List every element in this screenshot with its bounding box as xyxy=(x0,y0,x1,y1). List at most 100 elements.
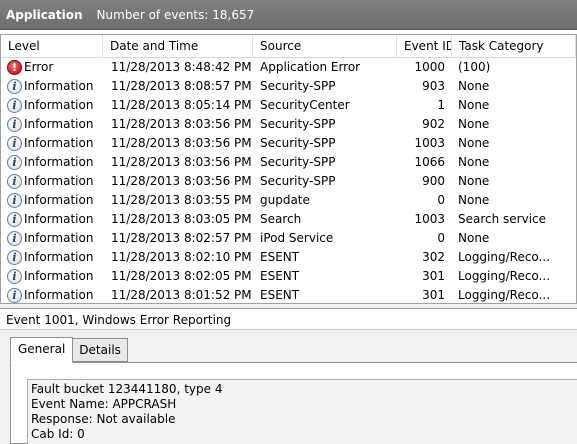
table-row[interactable]: i Information 11/28/2013 8:02:05 PM ESENT 30… xyxy=(1,267,576,286)
log-name: Application xyxy=(6,7,83,22)
general-tab-panel: Fault bucket 123441180, type 4 Event Nam… xyxy=(10,362,577,444)
date-cell: 11/28/2013 8:02:57 PM xyxy=(111,231,252,245)
table-row[interactable]: i Information 11/28/2013 8:03:56 PM Securit… xyxy=(1,172,576,191)
description-line: Fault bucket 123441180, type 4 xyxy=(31,382,223,396)
table-row[interactable]: i Information 11/28/2013 8:03:55 PM gupdate… xyxy=(1,191,576,210)
event-detail-title: Event 1001, Windows Error Reporting xyxy=(0,308,577,330)
column-header-level[interactable]: Level xyxy=(1,35,103,58)
log-titlebar: Application Number of events: 18,657 xyxy=(0,0,577,30)
event-id-cell: 1 xyxy=(437,98,445,112)
task-category-cell: (100) xyxy=(458,60,491,74)
task-category-cell: None xyxy=(458,136,490,150)
task-category-cell: Logging/Reco... xyxy=(458,288,551,302)
table-row[interactable]: i Information 11/28/2013 8:02:10 PM ESENT 30… xyxy=(1,248,576,267)
date-cell: 11/28/2013 8:05:14 PM xyxy=(111,98,252,112)
table-row[interactable]: i Information 11/28/2013 8:08:57 PM Securit… xyxy=(1,77,576,96)
source-cell: iPod Service xyxy=(260,231,334,245)
table-row[interactable]: ! Error 11/28/2013 8:48:42 PM Application E… xyxy=(1,58,576,77)
info-icon: i xyxy=(7,117,22,132)
table-row[interactable]: i Information 11/28/2013 8:01:52 PM ESENT 30… xyxy=(1,286,576,303)
source-cell: Security-SPP xyxy=(260,117,336,131)
level-text: Information xyxy=(24,288,94,302)
date-cell: 11/28/2013 8:02:05 PM xyxy=(111,269,252,283)
info-icon: i xyxy=(7,250,22,265)
event-id-cell: 902 xyxy=(422,117,445,131)
table-row[interactable]: i Information 11/28/2013 8:05:14 PM Securit… xyxy=(1,96,576,115)
date-cell: 11/28/2013 8:03:55 PM xyxy=(111,193,252,207)
table-row[interactable]: i Information 11/28/2013 8:02:57 PM iPod Se… xyxy=(1,229,576,248)
description-line: Event Name: APPCRASH xyxy=(31,397,177,411)
date-cell: 11/28/2013 8:03:05 PM xyxy=(111,212,252,226)
table-row[interactable]: i Information 11/28/2013 8:03:05 PM Search 1… xyxy=(1,210,576,229)
table-row[interactable]: i Information 11/28/2013 8:03:56 PM Securit… xyxy=(1,115,576,134)
column-header-event-id[interactable]: Event ID xyxy=(397,35,452,58)
source-cell: Security-SPP xyxy=(260,155,336,169)
level-text: Information xyxy=(24,193,94,207)
task-category-cell: None xyxy=(458,231,490,245)
info-icon: i xyxy=(7,136,22,151)
level-text: Information xyxy=(24,117,94,131)
event-count: Number of events: 18,657 xyxy=(96,7,255,22)
event-id-cell: 1000 xyxy=(414,60,445,74)
table-row[interactable]: i Information 11/28/2013 8:03:56 PM Securit… xyxy=(1,153,576,172)
column-header-date[interactable]: Date and Time xyxy=(103,35,253,58)
event-rows: ! Error 11/28/2013 8:48:42 PM Application E… xyxy=(1,58,576,303)
date-cell: 11/28/2013 8:01:52 PM xyxy=(111,288,252,302)
task-category-cell: None xyxy=(458,117,490,131)
level-cell: i Information xyxy=(1,229,103,248)
info-icon: i xyxy=(7,174,22,189)
level-cell: i Information xyxy=(1,77,103,96)
level-cell: i Information xyxy=(1,172,103,191)
event-list-header: Level Date and Time Source Event ID Task… xyxy=(1,35,576,58)
source-cell: Search xyxy=(260,212,302,226)
level-text: Information xyxy=(24,155,94,169)
level-cell: i Information xyxy=(1,191,103,210)
info-icon: i xyxy=(7,212,22,227)
event-id-cell: 1066 xyxy=(414,155,445,169)
task-category-cell: None xyxy=(458,174,490,188)
source-cell: ESENT xyxy=(260,269,300,283)
task-category-cell: Logging/Reco... xyxy=(458,269,551,283)
info-icon: i xyxy=(7,155,22,170)
event-list[interactable]: Level Date and Time Source Event ID Task… xyxy=(0,34,577,304)
task-category-cell: None xyxy=(458,155,490,169)
tab-general[interactable]: General xyxy=(10,337,74,363)
info-icon: i xyxy=(7,79,22,94)
tab-details[interactable]: Details xyxy=(72,338,128,362)
source-cell: gupdate xyxy=(260,193,310,207)
description-line: Response: Not available xyxy=(31,412,176,426)
detail-tabs: General Details xyxy=(10,337,128,364)
date-cell: 11/28/2013 8:03:56 PM xyxy=(111,174,252,188)
task-category-cell: Logging/Reco... xyxy=(458,250,551,264)
level-text: Information xyxy=(24,269,94,283)
task-category-cell: Search service xyxy=(458,212,547,226)
source-cell: ESENT xyxy=(260,250,300,264)
table-row[interactable]: i Information 11/28/2013 8:03:56 PM Securit… xyxy=(1,134,576,153)
event-id-cell: 900 xyxy=(422,174,445,188)
event-id-cell: 301 xyxy=(422,269,445,283)
column-header-task-category[interactable]: Task Category xyxy=(452,35,576,58)
event-id-cell: 903 xyxy=(422,79,445,93)
level-text: Information xyxy=(24,250,94,264)
event-id-cell: 1003 xyxy=(414,212,445,226)
info-icon: i xyxy=(7,231,22,246)
level-text: Information xyxy=(24,212,94,226)
level-cell: ! Error xyxy=(1,58,103,77)
date-cell: 11/28/2013 8:03:56 PM xyxy=(111,136,252,150)
source-cell: Security-SPP xyxy=(260,136,336,150)
level-cell: i Information xyxy=(1,115,103,134)
info-icon: i xyxy=(7,193,22,208)
info-icon: i xyxy=(7,269,22,284)
date-cell: 11/28/2013 8:08:57 PM xyxy=(111,79,252,93)
task-category-cell: None xyxy=(458,98,490,112)
event-id-cell: 301 xyxy=(422,288,445,302)
info-icon: i xyxy=(7,288,22,303)
date-cell: 11/28/2013 8:48:42 PM xyxy=(111,60,252,74)
level-text: Information xyxy=(24,174,94,188)
level-cell: i Information xyxy=(1,286,103,303)
source-cell: Application Error xyxy=(260,60,361,74)
event-id-cell: 0 xyxy=(437,231,445,245)
event-description-box[interactable]: Fault bucket 123441180, type 4 Event Nam… xyxy=(27,379,577,444)
event-detail-pane: General Details Fault bucket 123441180, … xyxy=(0,330,577,444)
column-header-source[interactable]: Source xyxy=(253,35,397,58)
